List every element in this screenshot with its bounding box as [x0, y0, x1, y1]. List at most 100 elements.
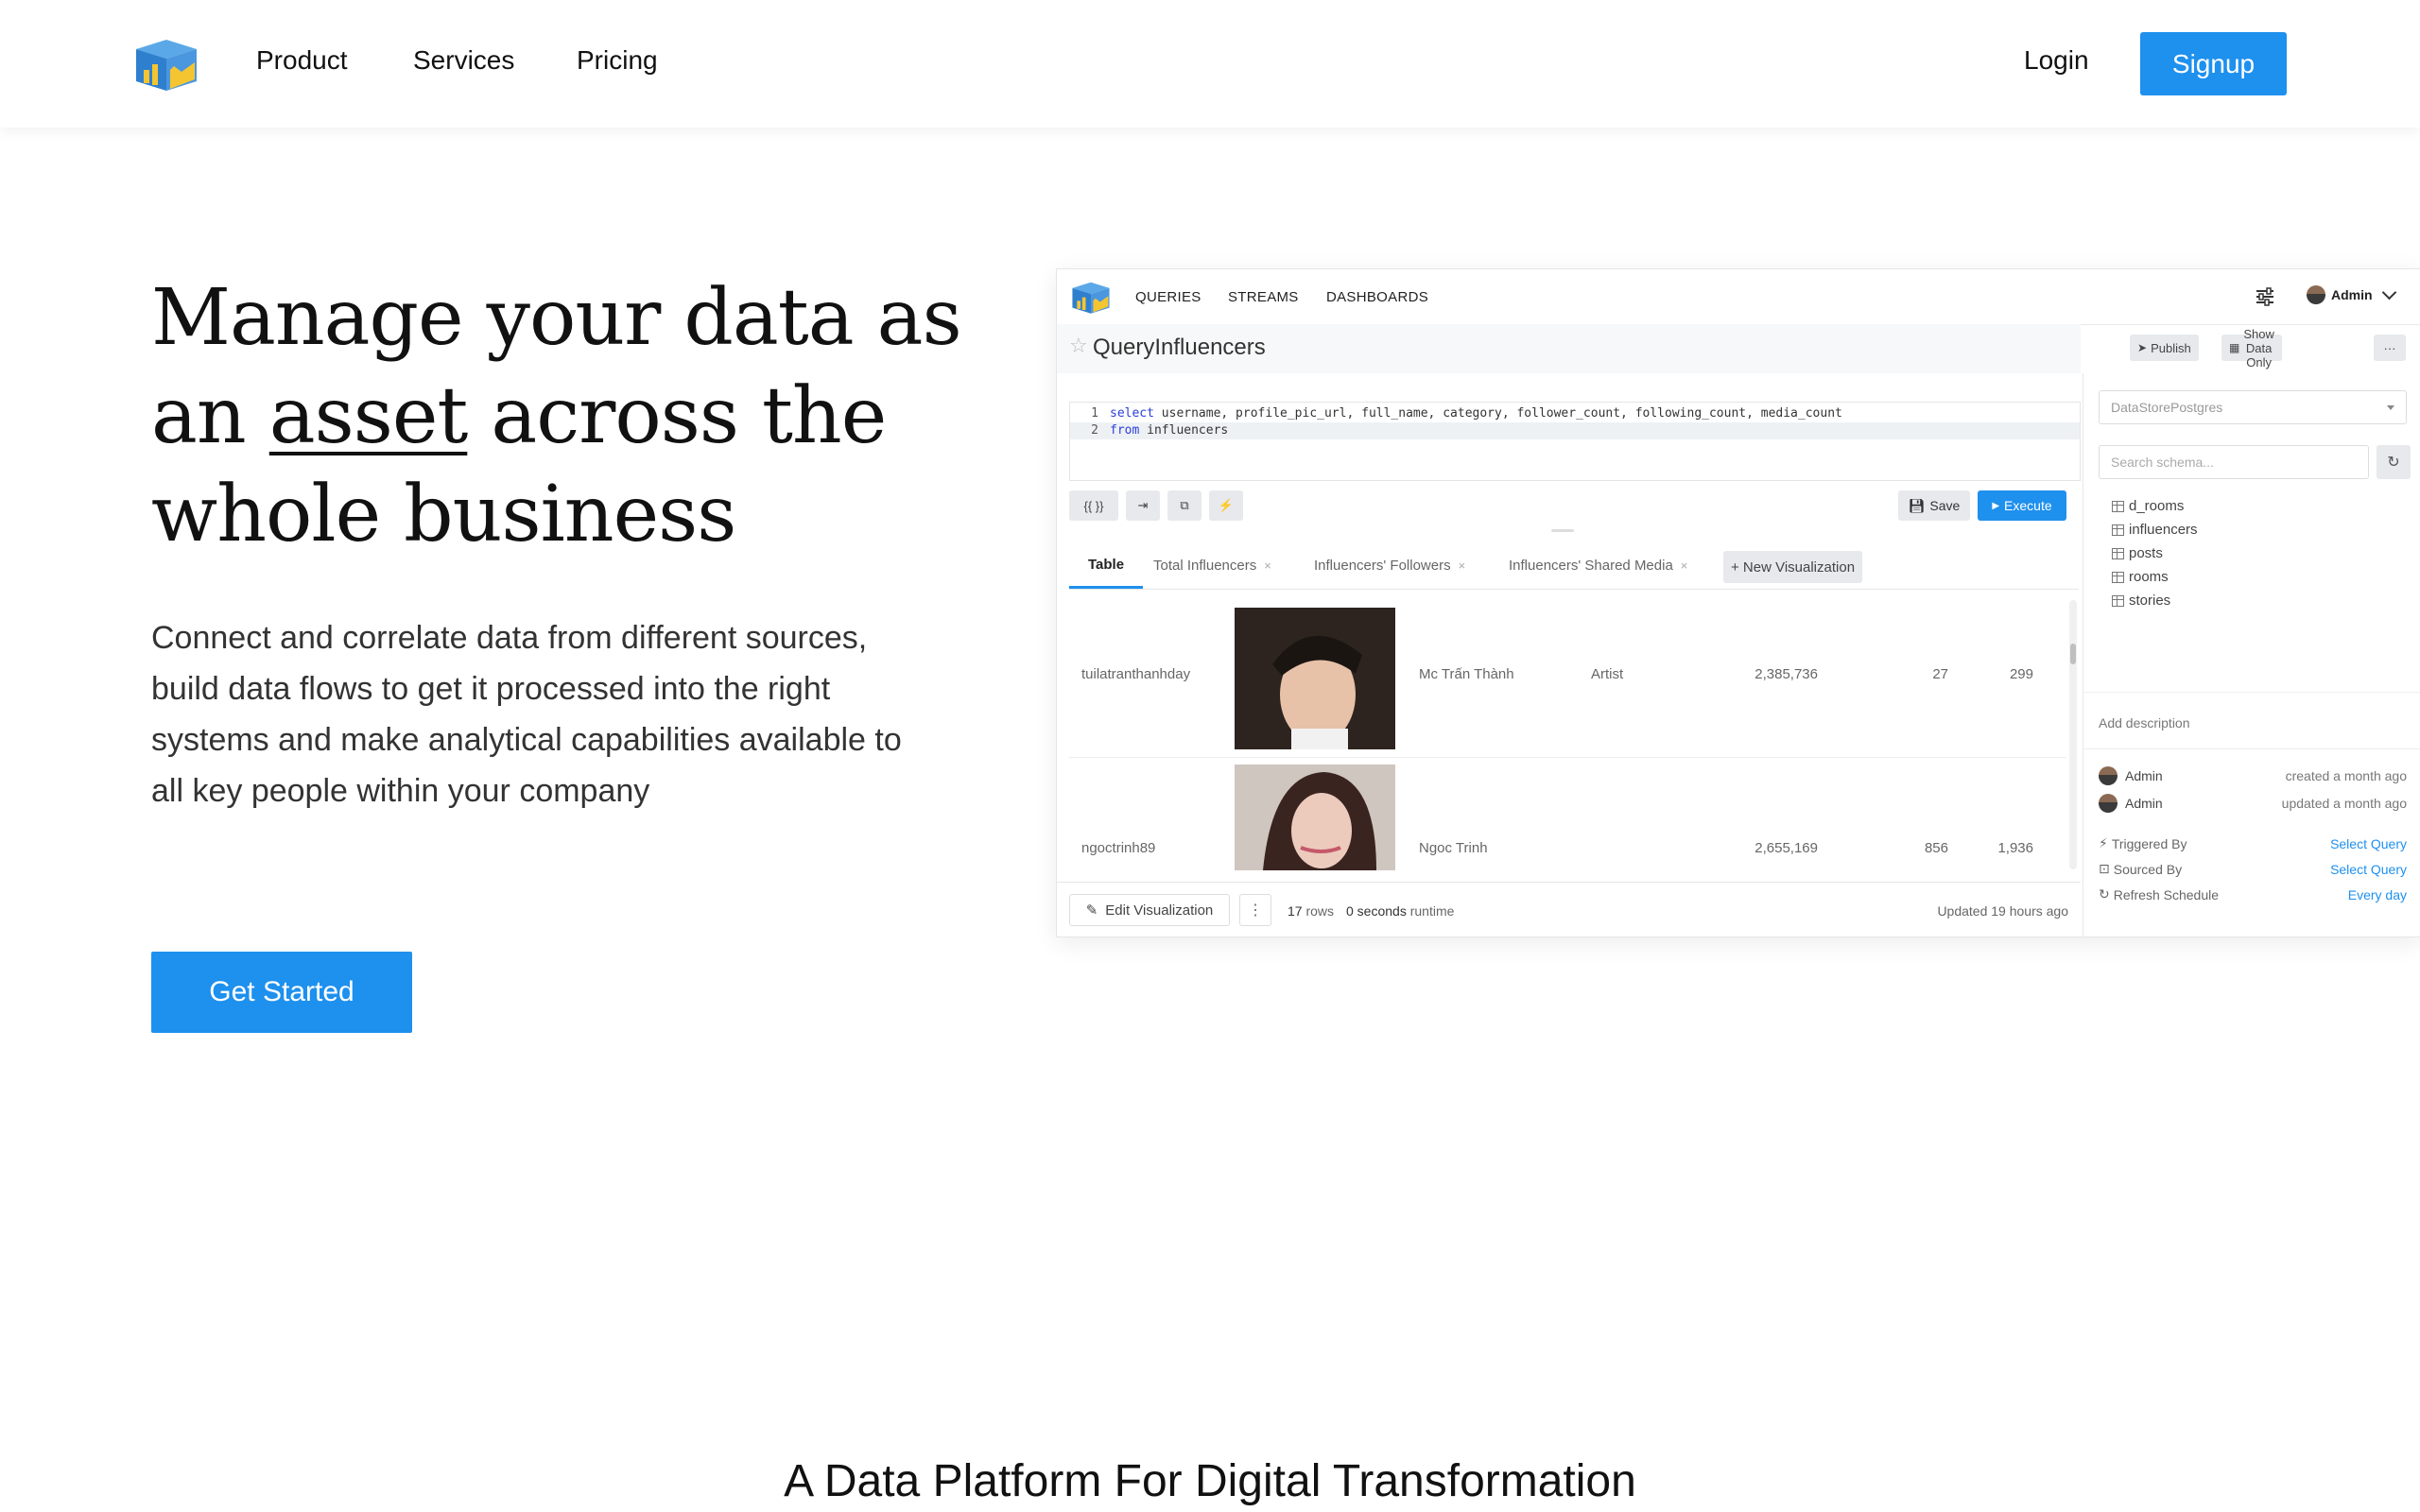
last-updated: Updated 19 hours ago: [1937, 903, 2068, 919]
close-icon[interactable]: ×: [1681, 558, 1688, 573]
copy-button[interactable]: ⧉: [1167, 490, 1201, 521]
table-row: ngoctrinh89 Ngoc Trinh 2,655,169 856 1,9…: [1069, 759, 2066, 874]
more-actions-button[interactable]: ⋮: [1239, 894, 1271, 926]
autocomplete-lightning-button[interactable]: ⚡: [1209, 490, 1243, 521]
cell-full-name: Ngoc Trinh: [1419, 840, 1488, 856]
code-line-1: 1 select username, profile_pic_url, full_…: [1070, 405, 2080, 422]
close-icon[interactable]: ×: [1264, 558, 1271, 573]
tab-label: Influencers' Followers: [1314, 557, 1451, 574]
close-icon[interactable]: ×: [1459, 558, 1466, 573]
sourced-by-select[interactable]: Select Query: [2330, 862, 2407, 877]
prop-label: Triggered By: [2111, 835, 2187, 851]
more-options-button[interactable]: ···: [2374, 335, 2406, 361]
nav-link-pricing[interactable]: Pricing: [577, 45, 658, 76]
cell-media: 1,936: [1997, 840, 2033, 856]
caret-down-icon: [2387, 405, 2394, 410]
cell-following: 856: [1924, 840, 1948, 856]
visualization-tabs: Table Total Influencers × Influencers' Fo…: [1069, 543, 2079, 590]
table-grid-icon: [2112, 524, 2124, 536]
tab-label: Influencers' Shared Media: [1509, 557, 1673, 574]
triggered-by-select[interactable]: Select Query: [2330, 836, 2407, 851]
login-link[interactable]: Login: [2024, 45, 2089, 76]
format-indent-button[interactable]: ⇥: [1126, 490, 1160, 521]
schema-sidebar: DataStorePostgres ↻ d_rooms influencers …: [2083, 373, 2420, 936]
triggered-by-row: ⚡ Triggered By Select Query: [2099, 835, 2407, 851]
schema-table-item[interactable]: stories: [2112, 593, 2170, 609]
table-grid-icon: [2112, 547, 2124, 559]
brand-logo-icon[interactable]: [132, 34, 200, 93]
app-nav-dashboards[interactable]: DASHBOARDS: [1326, 289, 1428, 305]
get-started-button[interactable]: Get Started: [151, 952, 412, 1033]
edit-visualization-label: Edit Visualization: [1105, 902, 1214, 919]
schema-table-item[interactable]: d_rooms: [2112, 498, 2184, 514]
nav-link-services[interactable]: Services: [413, 45, 514, 76]
publish-button[interactable]: ➤ Publish: [2130, 335, 2199, 361]
results-scrollbar-thumb[interactable]: [2070, 644, 2076, 664]
settings-sliders-icon[interactable]: [2254, 286, 2276, 307]
tab-total-influencers[interactable]: Total Influencers ×: [1153, 543, 1271, 587]
schema-table-name: d_rooms: [2129, 498, 2185, 514]
schema-search-input[interactable]: [2099, 445, 2369, 479]
schema-table-item[interactable]: posts: [2112, 545, 2163, 561]
cell-following: 27: [1932, 666, 1948, 682]
results-footer: ✎ Edit Visualization ⋮ 17 rows 0 seconds …: [1057, 882, 2081, 936]
query-title[interactable]: QueryInfluencers: [1093, 335, 1266, 361]
hero-title-underlined-word: asset: [268, 371, 469, 461]
tab-table[interactable]: Table: [1069, 543, 1144, 589]
user-menu[interactable]: Admin: [2307, 284, 2396, 304]
schema-table-name: rooms: [2129, 569, 2169, 585]
sql-editor[interactable]: 1 select username, profile_pic_url, full_…: [1069, 402, 2081, 481]
line-number: 2: [1091, 423, 1098, 438]
activity-item: Admin created a month ago: [2099, 766, 2407, 785]
refresh-schema-button[interactable]: ↻: [2377, 445, 2411, 479]
cell-full-name: Mc Trấn Thành: [1419, 666, 1514, 682]
edit-icon: ✎: [1085, 902, 1098, 919]
star-icon[interactable]: ☆: [1069, 334, 1088, 358]
tab-influencers-shared-media[interactable]: Influencers' Shared Media ×: [1509, 543, 1687, 587]
runtime: 0 seconds runtime: [1346, 903, 1454, 919]
refresh-schedule-row: ↻ Refresh Schedule Every day: [2099, 886, 2407, 902]
prop-label: Sourced By: [2113, 861, 2183, 877]
avatar: [2099, 794, 2118, 813]
table-grid-icon: [2112, 571, 2124, 583]
refresh-schedule-select[interactable]: Every day: [2348, 887, 2407, 902]
tab-influencers-followers[interactable]: Influencers' Followers ×: [1314, 543, 1465, 587]
divider: [2083, 748, 2420, 749]
avatar: [2307, 285, 2325, 304]
save-button[interactable]: 💾︎ Save: [1898, 490, 1970, 521]
results-scrollbar[interactable]: [2069, 600, 2077, 869]
activity-user: Admin: [2125, 796, 2163, 811]
floppy-disk-icon: 💾︎: [1908, 497, 1926, 513]
chevron-down-icon: [2381, 284, 2396, 301]
schema-table-item[interactable]: influencers: [2112, 522, 2198, 538]
cell-category: Artist: [1591, 666, 1624, 682]
datasource-select[interactable]: DataStorePostgres: [2099, 390, 2407, 424]
edit-visualization-button[interactable]: ✎ Edit Visualization: [1069, 894, 1230, 926]
app-logo-icon[interactable]: [1070, 279, 1112, 315]
parameters-button[interactable]: {{ }}: [1069, 490, 1118, 521]
profile-photo-image: [1235, 608, 1395, 749]
profile-photo-image: [1235, 765, 1395, 870]
row-count-label: rows: [1305, 903, 1335, 919]
signup-button[interactable]: Signup: [2140, 32, 2287, 95]
schema-table-item[interactable]: rooms: [2112, 569, 2169, 585]
row-count-value: 17: [1288, 903, 1303, 919]
schema-table-name: posts: [2129, 545, 2163, 561]
play-icon: ▶: [1992, 500, 2000, 511]
add-description-link[interactable]: Add description: [2099, 715, 2190, 730]
nav-link-product[interactable]: Product: [256, 45, 348, 76]
app-nav-streams[interactable]: STREAMS: [1228, 289, 1299, 305]
show-data-only-button[interactable]: ▦ Show Data Only: [2221, 327, 2282, 369]
app-navbar: QUERIES STREAMS DASHBOARDS Admin: [1057, 269, 2420, 325]
editor-resize-handle[interactable]: [1551, 529, 1574, 532]
app-nav-queries[interactable]: QUERIES: [1135, 289, 1201, 305]
cell-followers: 2,385,736: [1754, 666, 1818, 682]
lightning-icon: ⚡: [2099, 835, 2108, 850]
app-screenshot: QUERIES STREAMS DASHBOARDS Admin ☆ Query…: [1056, 268, 2420, 937]
execute-button[interactable]: ▶ Execute: [1978, 490, 2066, 521]
publish-label: Publish: [2151, 340, 2191, 355]
query-header: ☆ QueryInfluencers ➤ Publish ▦ Show Data O…: [1057, 324, 2406, 373]
activity-text: updated a month ago: [2281, 796, 2407, 811]
new-visualization-button[interactable]: + New Visualization: [1723, 551, 1863, 583]
table-icon: ▦: [2229, 341, 2240, 354]
